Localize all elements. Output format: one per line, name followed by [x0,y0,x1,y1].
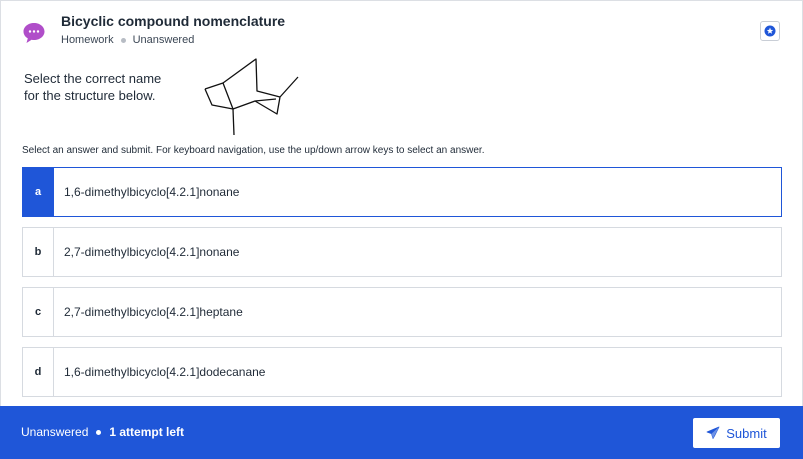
bookmark-button[interactable] [760,21,780,41]
question-meta: Homework Unanswered [61,34,194,46]
option-text: 1,6-dimethylbicyclo[4.2.1]dodecanane [64,365,266,379]
answer-option-a[interactable]: a 1,6-dimethylbicyclo[4.2.1]nonane [22,167,782,217]
footer-status-label: Unanswered [21,425,89,439]
option-text: 2,7-dimethylbicyclo[4.2.1]nonane [64,245,240,259]
category-label: Homework [61,34,114,46]
question-prompt: Select the correct name for the structur… [24,71,162,103]
option-letter: b [23,228,54,276]
answer-option-c[interactable]: c 2,7-dimethylbicyclo[4.2.1]heptane [22,287,782,337]
answer-option-d[interactable]: d 1,6-dimethylbicyclo[4.2.1]dodecanane [22,347,782,397]
option-letter: c [23,288,54,336]
chat-bubble-icon [23,23,45,43]
submit-label: Submit [726,425,767,441]
option-letter: d [23,348,54,396]
separator-dot [120,37,126,43]
paper-plane-icon [706,426,720,439]
attempts-remaining: 1 attempt left [109,425,185,439]
instructions-text: Select an answer and submit. For keyboar… [22,145,485,156]
submit-button[interactable]: Submit [693,418,780,448]
submission-status: Unanswered 1 attempt left [21,425,184,439]
question-header: Bicyclic compound nomenclature Homework … [22,13,782,49]
submission-footer: Unanswered 1 attempt left Submit [0,406,803,459]
page-title: Bicyclic compound nomenclature [61,13,286,29]
separator-dot [96,429,102,435]
chemical-structure-image [204,58,299,136]
star-bookmark-icon [764,25,776,37]
question-panel: Bicyclic compound nomenclature Homework … [0,0,803,459]
option-text: 1,6-dimethylbicyclo[4.2.1]nonane [64,185,240,199]
option-text: 2,7-dimethylbicyclo[4.2.1]heptane [64,305,243,319]
status-label: Unanswered [132,34,195,46]
option-letter: a [23,168,54,216]
answer-option-b[interactable]: b 2,7-dimethylbicyclo[4.2.1]nonane [22,227,782,277]
